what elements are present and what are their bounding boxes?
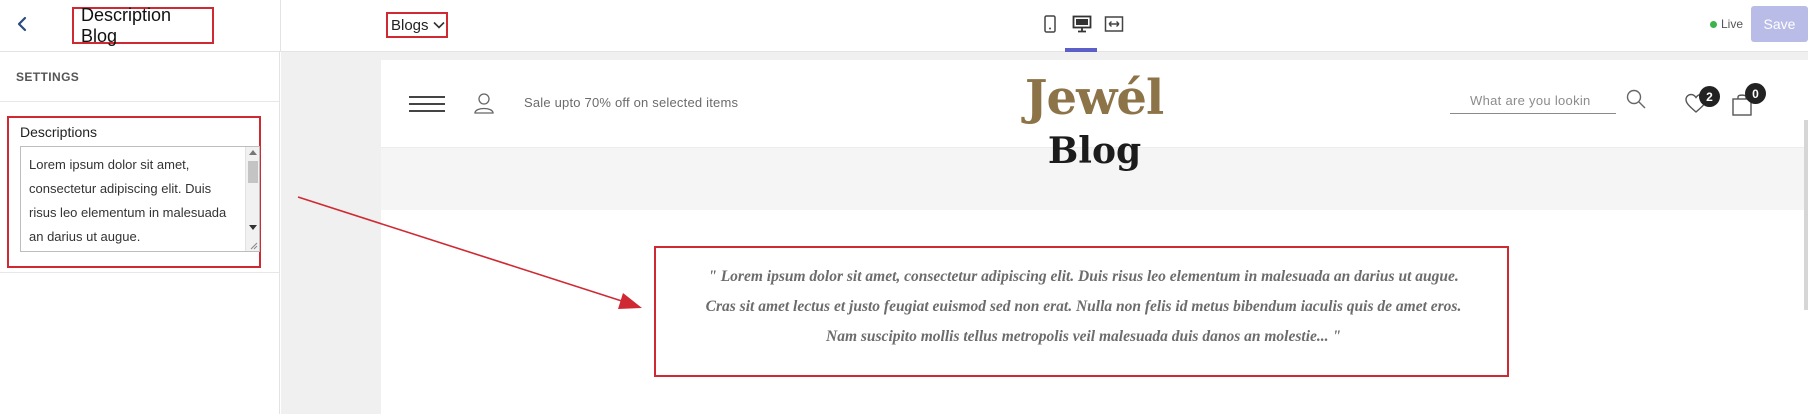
- user-icon[interactable]: [473, 92, 495, 114]
- descriptions-textarea-value: Lorem ipsum dolor sit amet, consectetur …: [29, 157, 227, 244]
- device-switcher: [1040, 12, 1124, 36]
- descriptions-textarea[interactable]: Lorem ipsum dolor sit amet, consectetur …: [20, 146, 260, 252]
- back-icon[interactable]: [10, 12, 34, 36]
- site-search-input[interactable]: What are you lookin: [1450, 90, 1616, 114]
- page-title-text: Description Blog: [81, 4, 172, 46]
- blog-description-text: " Lorem ipsum dolor sit amet, consectetu…: [705, 268, 1462, 345]
- live-dot-icon: [1710, 20, 1717, 28]
- search-icon[interactable]: [1625, 88, 1647, 110]
- menu-icon[interactable]: [409, 96, 445, 112]
- page-title: Description Blog: [72, 4, 214, 46]
- chevron-down-icon: [432, 21, 445, 29]
- cart-count-badge: 0: [1745, 83, 1766, 104]
- live-label: Live: [1721, 17, 1744, 31]
- save-button[interactable]: Save: [1751, 6, 1808, 42]
- mobile-view-icon[interactable]: [1040, 12, 1060, 36]
- preview-scrollbar[interactable]: [1804, 120, 1808, 310]
- blog-description: " Lorem ipsum dolor sit amet, consectetu…: [654, 246, 1509, 377]
- live-status: Live: [1710, 17, 1743, 31]
- site-preview: Sale upto 70% off on selected items Jewé…: [381, 60, 1808, 414]
- desktop-view-icon[interactable]: [1072, 12, 1092, 36]
- descriptions-field: Descriptions Lorem ipsum dolor sit amet,…: [7, 116, 261, 268]
- scroll-down-icon[interactable]: [249, 225, 257, 230]
- settings-sidebar: SETTINGS Descriptions Lorem ipsum dolor …: [0, 52, 280, 414]
- full-width-view-icon[interactable]: [1104, 12, 1124, 36]
- scroll-thumb[interactable]: [248, 161, 258, 183]
- page-heading: Blog: [1047, 130, 1142, 172]
- settings-section-title: SETTINGS: [0, 52, 279, 102]
- divider: [280, 0, 281, 52]
- scroll-up-icon[interactable]: [249, 150, 257, 155]
- descriptions-label: Descriptions: [20, 124, 98, 140]
- textarea-scrollbar[interactable]: [245, 147, 259, 251]
- divider: [0, 272, 279, 273]
- resize-grip-icon[interactable]: [248, 240, 258, 250]
- preview-canvas: Sale upto 70% off on selected items Jewé…: [281, 52, 1808, 414]
- page-select-value: Blogs: [391, 16, 429, 34]
- page-select-dropdown[interactable]: Blogs: [386, 12, 448, 38]
- page-hero: Blog: [381, 130, 1808, 210]
- promo-text: Sale upto 70% off on selected items: [524, 95, 739, 110]
- editor-topbar: Description Blog Blogs Live Save: [0, 0, 1808, 52]
- site-logo[interactable]: Jewél: [1011, 70, 1177, 126]
- wishlist-count-badge: 2: [1699, 86, 1720, 107]
